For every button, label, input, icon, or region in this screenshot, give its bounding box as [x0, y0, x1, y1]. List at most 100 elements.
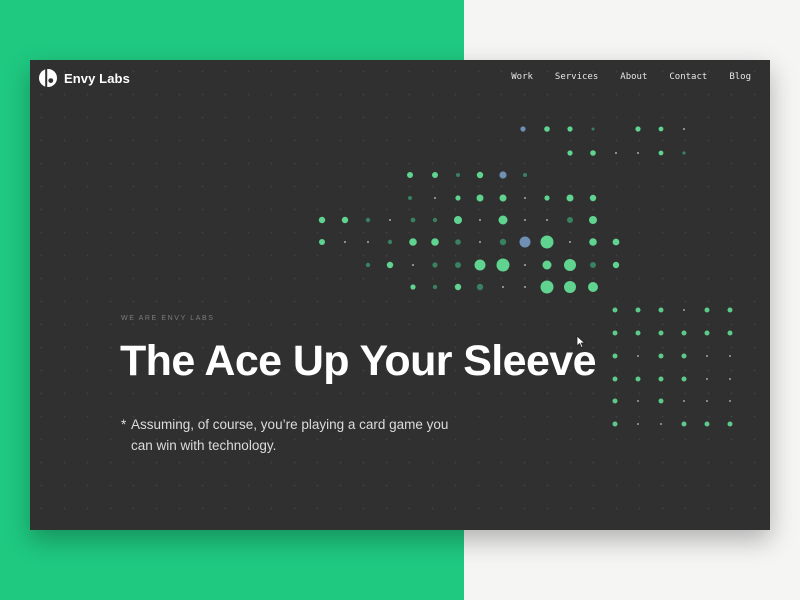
asterisk-mark: *	[121, 417, 127, 432]
pattern-dot	[637, 400, 639, 402]
pattern-dot	[474, 259, 486, 271]
pattern-dot	[496, 258, 510, 272]
pattern-dot	[476, 171, 484, 179]
browser-window: Envy Labs Work Services About Contact Bl…	[30, 60, 770, 530]
pattern-dot	[727, 330, 733, 336]
logo[interactable]: Envy Labs	[39, 69, 130, 87]
pattern-dot	[635, 126, 641, 132]
pattern-dot	[499, 171, 507, 179]
pattern-dot	[408, 196, 412, 200]
pattern-dot	[434, 197, 436, 199]
pattern-dot	[729, 400, 731, 402]
pattern-dot	[729, 355, 731, 357]
nav-item-about[interactable]: About	[620, 72, 647, 82]
pattern-dot	[567, 150, 573, 156]
pattern-dot	[683, 128, 685, 130]
pattern-dot	[706, 400, 708, 402]
pattern-dot	[499, 238, 507, 246]
pattern-dot	[729, 378, 731, 380]
pattern-dot	[412, 264, 414, 266]
pattern-dot	[637, 423, 639, 425]
pattern-dot	[589, 194, 597, 202]
pattern-dot	[455, 239, 461, 245]
pattern-dot	[681, 421, 687, 427]
pattern-dot	[479, 219, 481, 221]
pattern-dot	[658, 330, 664, 336]
pattern-dot	[588, 282, 598, 292]
pattern-dot	[389, 219, 391, 221]
pattern-dot	[341, 216, 349, 224]
pattern-dot	[590, 150, 596, 156]
pattern-dot	[319, 239, 325, 245]
pattern-dot	[682, 151, 686, 155]
hero-eyebrow: WE ARE ENVY LABS	[121, 315, 215, 322]
hero-subtext-block: * Assuming, of course, you’re playing a …	[121, 414, 471, 456]
pattern-dot	[540, 235, 554, 249]
pattern-dot	[520, 126, 526, 132]
pattern-dot	[658, 126, 664, 132]
pattern-dot	[658, 307, 664, 313]
pattern-dot	[542, 260, 552, 270]
pattern-dot	[476, 194, 484, 202]
dot-pattern-graphic	[318, 126, 733, 427]
pattern-dot	[456, 173, 460, 177]
pattern-dot	[637, 355, 639, 357]
pattern-dot	[683, 309, 685, 311]
pattern-dot	[564, 281, 576, 293]
pattern-dot	[658, 353, 664, 359]
pattern-dot	[704, 421, 710, 427]
pattern-dot	[476, 283, 484, 291]
pattern-dot	[499, 194, 507, 202]
pattern-dot	[546, 219, 548, 221]
pattern-dot	[612, 330, 618, 336]
nav-item-services[interactable]: Services	[555, 72, 598, 82]
pattern-dot	[612, 376, 618, 382]
pattern-dot	[454, 216, 462, 224]
pattern-dot	[386, 261, 394, 269]
pattern-dot	[365, 262, 371, 268]
pattern-dot	[432, 262, 438, 268]
pattern-dot	[591, 127, 595, 131]
pattern-dot	[519, 236, 531, 248]
pointer-cursor-icon	[576, 335, 586, 349]
pattern-dot	[544, 195, 550, 201]
pattern-dot	[704, 307, 710, 313]
pattern-dot	[318, 216, 326, 224]
pattern-dot	[524, 219, 526, 221]
pattern-dot	[681, 376, 687, 382]
pattern-dot	[567, 217, 573, 223]
pattern-dot	[727, 421, 733, 427]
pattern-dot	[387, 239, 393, 245]
pattern-dot	[612, 261, 620, 269]
pattern-dot	[727, 307, 733, 313]
pattern-dot	[612, 353, 618, 359]
nav-item-work[interactable]: Work	[511, 72, 533, 82]
nav-item-contact[interactable]: Contact	[669, 72, 707, 82]
pattern-dot	[681, 353, 687, 359]
pattern-dot	[365, 217, 371, 223]
pattern-dot	[524, 197, 526, 199]
pattern-dot	[567, 126, 573, 132]
pattern-dot	[431, 238, 439, 246]
pattern-dot	[564, 259, 576, 271]
pattern-dot	[344, 241, 346, 243]
pattern-dot	[658, 376, 664, 382]
pattern-dot	[635, 330, 641, 336]
pattern-dot	[612, 238, 620, 246]
pattern-dot	[658, 398, 664, 404]
pattern-dot	[569, 241, 571, 243]
pattern-dot	[637, 152, 639, 154]
pattern-dot	[409, 238, 417, 246]
pattern-dot	[658, 150, 664, 156]
nav-item-blog[interactable]: Blog	[729, 72, 751, 82]
pattern-dot	[706, 355, 708, 357]
pattern-dot	[367, 241, 369, 243]
pattern-dot	[502, 286, 504, 288]
pattern-dot	[498, 215, 508, 225]
pattern-dot	[706, 378, 708, 380]
pattern-dot	[410, 217, 416, 223]
pattern-dot	[566, 194, 574, 202]
pattern-dot	[432, 284, 438, 290]
pattern-dot	[612, 307, 618, 313]
pattern-dot	[590, 262, 596, 268]
